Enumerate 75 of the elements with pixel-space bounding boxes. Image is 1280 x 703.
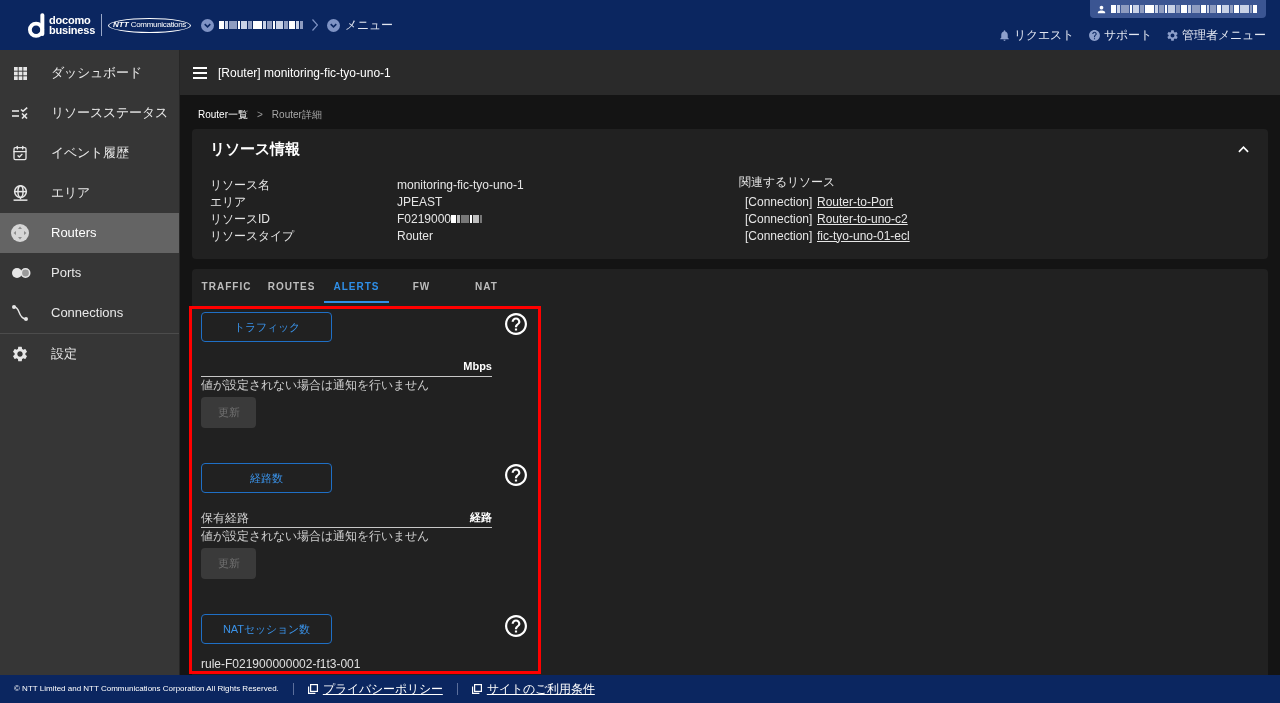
overlapping-squares-icon [307, 684, 318, 694]
circle-arrows-icon [11, 224, 29, 242]
field-value: Router [397, 227, 434, 245]
tab[interactable]: NAT [454, 269, 519, 303]
sidebar-item[interactable]: 設定 [0, 334, 179, 374]
settings-icon [11, 345, 29, 363]
resource-link[interactable]: fic-tyo-uno-01-ecl [817, 226, 910, 245]
header-link[interactable]: リクエスト [998, 26, 1074, 44]
header-link[interactable]: 管理者メニュー [1166, 26, 1266, 44]
resource-link[interactable]: Router-to-uno-c2 [817, 209, 908, 228]
related-title: 関連するリソース [739, 173, 836, 190]
card-title: リソース情報 [210, 138, 300, 159]
resource-type: [Connection] [745, 193, 814, 211]
category-button[interactable]: トラフィック [201, 312, 332, 342]
field-value: F0219000 [397, 210, 452, 228]
unit-suffix: 経路 [470, 510, 492, 524]
category-button[interactable]: NATセッション数 [201, 614, 332, 644]
breadcrumb-separator: > [257, 107, 263, 122]
user-account-button[interactable] [1090, 0, 1266, 18]
sidebar-item[interactable]: Routers [0, 213, 179, 253]
bell-icon [998, 28, 1011, 42]
rule-name: rule-F021900000002-f1t3-001 [201, 657, 362, 671]
field-value: monitoring-fic-tyo-uno-1 [397, 176, 524, 194]
resource-link[interactable]: Router-to-Port [817, 192, 894, 211]
toggle-circles-icon [12, 268, 31, 278]
menu-button[interactable] [193, 66, 207, 79]
field-value: JPEAST [397, 193, 443, 211]
breadcrumb-link[interactable]: Router一覧 [198, 106, 248, 122]
field-label: エリア [210, 193, 247, 211]
page-title: [Router] monitoring-fic-tyo-uno-1 [218, 64, 391, 82]
hint-text: 値が設定されない場合は通知を行いません [201, 529, 430, 543]
sidebar-item[interactable]: Ports [0, 253, 179, 293]
hint-text: 値が設定されない場合は通知を行いません [201, 378, 430, 392]
settings-icon [1166, 28, 1179, 42]
field-label: リソース名 [210, 176, 271, 194]
tab[interactable]: FW [389, 269, 454, 303]
chevron-down-circle-icon [201, 18, 215, 32]
help-icon [505, 313, 527, 335]
d-logo-icon [28, 12, 47, 38]
overlapping-squares-icon [471, 684, 482, 694]
copyright-text: © NTT Limited and NTT Communications Corporation All Rights Reserved. [14, 683, 279, 695]
header-link[interactable]: サポート [1088, 26, 1152, 44]
tab[interactable]: ALERTS [324, 269, 389, 303]
category-button[interactable]: 経路数 [201, 463, 332, 493]
help-icon [505, 464, 527, 486]
sidebar-item[interactable]: ダッシュボード [0, 53, 179, 93]
resource-type: [Connection] [745, 227, 814, 245]
field-label: リソースID [210, 210, 271, 228]
chevron-right-icon [312, 19, 319, 31]
brand-name: docomo [49, 15, 92, 25]
partner-name: Communications [130, 19, 187, 31]
footer-link[interactable]: サイトのご利用条件 [471, 680, 595, 698]
resource-type: [Connection] [745, 210, 814, 228]
help-icon [505, 615, 527, 637]
dropdown-button[interactable]: メニュー [327, 16, 394, 34]
chevron-down-circle-icon [327, 18, 341, 32]
partner-mark: NTT [113, 19, 129, 31]
globe-icon [12, 185, 28, 201]
brand-name: business [49, 25, 96, 35]
tab[interactable]: ROUTES [259, 269, 324, 303]
breadcrumb-link[interactable]: Router詳細 [271, 106, 322, 122]
person-icon [1096, 3, 1107, 15]
calendar-check-icon [12, 145, 28, 161]
dropdown-button[interactable] [201, 18, 304, 32]
sidebar-item[interactable]: リソースステータス [0, 93, 179, 133]
sidebar-item[interactable]: Connections [0, 293, 179, 333]
tab[interactable]: TRAFFIC [194, 269, 259, 303]
sidebar-item[interactable]: エリア [0, 173, 179, 213]
curve-dots-icon [12, 305, 28, 321]
list-check-icon [12, 107, 28, 119]
unit-suffix: Mbps [463, 359, 492, 373]
grid-icon [13, 66, 27, 80]
sidebar-item[interactable]: イベント履歴 [0, 133, 179, 173]
field-label: リソースタイプ [210, 227, 296, 245]
help-icon [1088, 28, 1101, 42]
